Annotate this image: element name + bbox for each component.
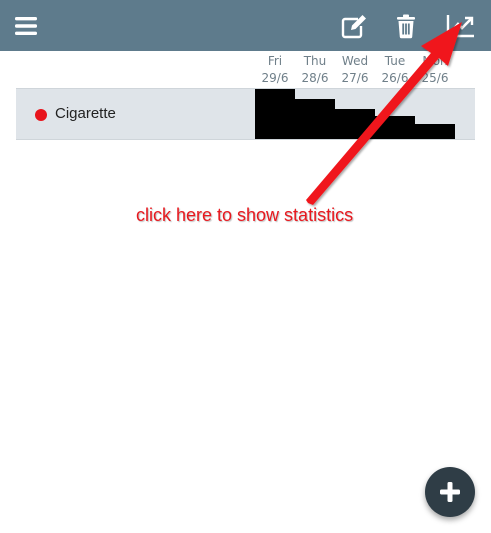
history-bar-wed [335,109,375,139]
trash-icon[interactable] [390,10,422,42]
day-date: 27/6 [341,71,369,85]
day-header-fri: Fri 29/6 [255,53,295,87]
annotation-text: click here to show statistics [136,205,354,225]
menu-icon[interactable] [11,10,43,42]
day-name: Thu [303,54,327,68]
day-name: Fri [267,54,283,68]
plus-icon [440,482,460,502]
day-name: Wed [341,54,369,68]
day-header-mon: Mon 25/6 [415,53,455,87]
history-bar-mon [415,124,455,139]
habit-history-bars [255,89,455,139]
history-bar-tue [375,116,415,139]
day-date: 25/6 [421,71,449,85]
day-header-wed: Wed 27/6 [335,53,375,87]
history-bar-thu [295,99,335,139]
day-date: 26/6 [381,71,409,85]
edit-icon[interactable] [338,10,370,42]
statistics-icon[interactable] [444,10,476,42]
day-date: 28/6 [301,71,329,85]
day-header-tue: Tue 26/6 [375,53,415,87]
toolbar [0,0,491,51]
day-name: Mon [422,54,448,68]
history-bar-fri [255,89,295,139]
add-habit-button[interactable] [425,467,475,517]
day-header-thu: Thu 28/6 [295,53,335,87]
day-name: Tue [384,54,406,68]
habit-row-cigarette[interactable]: Cigarette [16,88,475,140]
day-date: 29/6 [261,71,289,85]
